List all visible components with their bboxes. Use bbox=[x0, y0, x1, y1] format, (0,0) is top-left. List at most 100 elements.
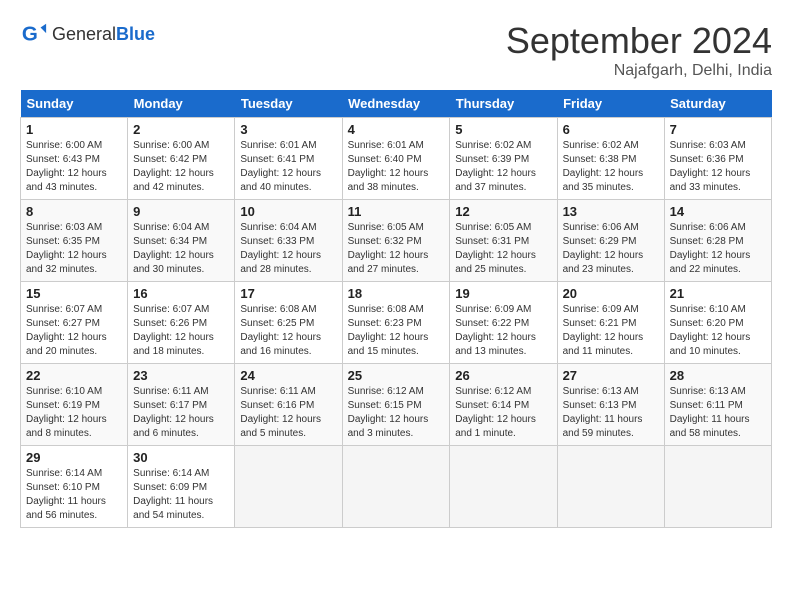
day-detail: Sunrise: 6:13 AMSunset: 6:13 PMDaylight:… bbox=[563, 385, 659, 441]
calendar-cell: 8 Sunrise: 6:03 AMSunset: 6:35 PMDaylight… bbox=[21, 200, 128, 282]
header-sunday: Sunday bbox=[21, 90, 128, 118]
day-number: 29 bbox=[26, 450, 122, 465]
month-title: September 2024 bbox=[506, 20, 772, 62]
logo-icon: G bbox=[20, 20, 48, 48]
day-number: 9 bbox=[133, 204, 229, 219]
day-number: 5 bbox=[455, 122, 551, 137]
day-detail: Sunrise: 6:11 AMSunset: 6:16 PMDaylight:… bbox=[240, 385, 336, 441]
calendar-week-row: 1 Sunrise: 6:00 AMSunset: 6:43 PMDaylight… bbox=[21, 118, 772, 200]
svg-text:G: G bbox=[22, 23, 38, 46]
calendar-cell: 24 Sunrise: 6:11 AMSunset: 6:16 PMDayligh… bbox=[235, 364, 342, 446]
header-friday: Friday bbox=[557, 90, 664, 118]
calendar-header-row: SundayMondayTuesdayWednesdayThursdayFrid… bbox=[21, 90, 772, 118]
day-detail: Sunrise: 6:10 AMSunset: 6:20 PMDaylight:… bbox=[670, 303, 766, 359]
day-detail: Sunrise: 6:08 AMSunset: 6:23 PMDaylight:… bbox=[348, 303, 445, 359]
day-number: 8 bbox=[26, 204, 122, 219]
logo: G GeneralBlue bbox=[20, 20, 155, 48]
calendar-week-row: 15 Sunrise: 6:07 AMSunset: 6:27 PMDayligh… bbox=[21, 282, 772, 364]
day-number: 3 bbox=[240, 122, 336, 137]
day-detail: Sunrise: 6:07 AMSunset: 6:27 PMDaylight:… bbox=[26, 303, 122, 359]
calendar-week-row: 29 Sunrise: 6:14 AMSunset: 6:10 PMDayligh… bbox=[21, 446, 772, 528]
day-number: 17 bbox=[240, 286, 336, 301]
calendar-cell: 5 Sunrise: 6:02 AMSunset: 6:39 PMDaylight… bbox=[450, 118, 557, 200]
calendar-cell: 19Sunrise: 6:09 AMSunset: 6:22 PMDayligh… bbox=[450, 282, 557, 364]
day-number: 7 bbox=[670, 122, 766, 137]
day-detail: Sunrise: 6:00 AMSunset: 6:43 PMDaylight:… bbox=[26, 139, 122, 195]
day-detail: Sunrise: 6:11 AMSunset: 6:17 PMDaylight:… bbox=[133, 385, 229, 441]
day-detail: Sunrise: 6:03 AMSunset: 6:36 PMDaylight:… bbox=[670, 139, 766, 195]
day-number: 6 bbox=[563, 122, 659, 137]
day-number: 12 bbox=[455, 204, 551, 219]
day-detail: Sunrise: 6:05 AMSunset: 6:32 PMDaylight:… bbox=[348, 221, 445, 277]
day-number: 13 bbox=[563, 204, 659, 219]
day-number: 22 bbox=[26, 368, 122, 383]
header-monday: Monday bbox=[128, 90, 235, 118]
header-tuesday: Tuesday bbox=[235, 90, 342, 118]
calendar-cell: 27 Sunrise: 6:13 AMSunset: 6:13 PMDayligh… bbox=[557, 364, 664, 446]
day-detail: Sunrise: 6:01 AMSunset: 6:41 PMDaylight:… bbox=[240, 139, 336, 195]
day-number: 30 bbox=[133, 450, 229, 465]
logo-text-general: General bbox=[52, 24, 116, 44]
calendar-cell: 11 Sunrise: 6:05 AMSunset: 6:32 PMDayligh… bbox=[342, 200, 450, 282]
day-number: 26 bbox=[455, 368, 551, 383]
header-wednesday: Wednesday bbox=[342, 90, 450, 118]
day-detail: Sunrise: 6:02 AMSunset: 6:38 PMDaylight:… bbox=[563, 139, 659, 195]
calendar-cell: 7 Sunrise: 6:03 AMSunset: 6:36 PMDaylight… bbox=[664, 118, 771, 200]
calendar-cell: 17Sunrise: 6:08 AMSunset: 6:25 PMDayligh… bbox=[235, 282, 342, 364]
day-number: 18 bbox=[348, 286, 445, 301]
page-header: G GeneralBlue September 2024 Najafgarh, … bbox=[20, 20, 772, 80]
logo-text-blue: Blue bbox=[116, 24, 155, 44]
calendar-cell: 9 Sunrise: 6:04 AMSunset: 6:34 PMDaylight… bbox=[128, 200, 235, 282]
calendar-cell: 1 Sunrise: 6:00 AMSunset: 6:43 PMDaylight… bbox=[21, 118, 128, 200]
day-detail: Sunrise: 6:02 AMSunset: 6:39 PMDaylight:… bbox=[455, 139, 551, 195]
calendar-cell bbox=[664, 446, 771, 528]
calendar-cell: 14Sunrise: 6:06 AMSunset: 6:28 PMDayligh… bbox=[664, 200, 771, 282]
day-detail: Sunrise: 6:06 AMSunset: 6:29 PMDaylight:… bbox=[563, 221, 659, 277]
calendar-cell: 25 Sunrise: 6:12 AMSunset: 6:15 PMDayligh… bbox=[342, 364, 450, 446]
location-title: Najafgarh, Delhi, India bbox=[506, 62, 772, 80]
day-number: 27 bbox=[563, 368, 659, 383]
calendar-cell: 4Sunrise: 6:01 AMSunset: 6:40 PMDaylight… bbox=[342, 118, 450, 200]
day-number: 15 bbox=[26, 286, 122, 301]
calendar-cell: 23 Sunrise: 6:11 AMSunset: 6:17 PMDayligh… bbox=[128, 364, 235, 446]
day-number: 10 bbox=[240, 204, 336, 219]
day-detail: Sunrise: 6:07 AMSunset: 6:26 PMDaylight:… bbox=[133, 303, 229, 359]
day-detail: Sunrise: 6:12 AMSunset: 6:15 PMDaylight:… bbox=[348, 385, 445, 441]
calendar-week-row: 22Sunrise: 6:10 AMSunset: 6:19 PMDayligh… bbox=[21, 364, 772, 446]
day-number: 11 bbox=[348, 204, 445, 219]
day-detail: Sunrise: 6:03 AMSunset: 6:35 PMDaylight:… bbox=[26, 221, 122, 277]
calendar-cell bbox=[450, 446, 557, 528]
day-number: 19 bbox=[455, 286, 551, 301]
day-number: 1 bbox=[26, 122, 122, 137]
day-number: 24 bbox=[240, 368, 336, 383]
day-number: 14 bbox=[670, 204, 766, 219]
day-detail: Sunrise: 6:04 AMSunset: 6:34 PMDaylight:… bbox=[133, 221, 229, 277]
day-detail: Sunrise: 6:13 AMSunset: 6:11 PMDaylight:… bbox=[670, 385, 766, 441]
calendar-cell: 30 Sunrise: 6:14 AMSunset: 6:09 PMDayligh… bbox=[128, 446, 235, 528]
day-detail: Sunrise: 6:14 AMSunset: 6:10 PMDaylight:… bbox=[26, 467, 122, 523]
calendar-cell: 16Sunrise: 6:07 AMSunset: 6:26 PMDayligh… bbox=[128, 282, 235, 364]
calendar-cell: 2Sunrise: 6:00 AMSunset: 6:42 PMDaylight… bbox=[128, 118, 235, 200]
calendar-cell: 26 Sunrise: 6:12 AMSunset: 6:14 PMDayligh… bbox=[450, 364, 557, 446]
day-number: 23 bbox=[133, 368, 229, 383]
day-detail: Sunrise: 6:00 AMSunset: 6:42 PMDaylight:… bbox=[133, 139, 229, 195]
calendar-cell: 10 Sunrise: 6:04 AMSunset: 6:33 PMDayligh… bbox=[235, 200, 342, 282]
calendar-cell bbox=[557, 446, 664, 528]
title-block: September 2024 Najafgarh, Delhi, India bbox=[506, 20, 772, 80]
day-detail: Sunrise: 6:14 AMSunset: 6:09 PMDaylight:… bbox=[133, 467, 229, 523]
day-number: 25 bbox=[348, 368, 445, 383]
calendar-cell: 29 Sunrise: 6:14 AMSunset: 6:10 PMDayligh… bbox=[21, 446, 128, 528]
calendar-cell: 28Sunrise: 6:13 AMSunset: 6:11 PMDayligh… bbox=[664, 364, 771, 446]
calendar-cell bbox=[342, 446, 450, 528]
day-number: 21 bbox=[670, 286, 766, 301]
day-detail: Sunrise: 6:04 AMSunset: 6:33 PMDaylight:… bbox=[240, 221, 336, 277]
calendar-cell: 13 Sunrise: 6:06 AMSunset: 6:29 PMDayligh… bbox=[557, 200, 664, 282]
day-detail: Sunrise: 6:09 AMSunset: 6:21 PMDaylight:… bbox=[563, 303, 659, 359]
day-detail: Sunrise: 6:01 AMSunset: 6:40 PMDaylight:… bbox=[348, 139, 445, 195]
header-saturday: Saturday bbox=[664, 90, 771, 118]
calendar-cell: 12Sunrise: 6:05 AMSunset: 6:31 PMDayligh… bbox=[450, 200, 557, 282]
day-detail: Sunrise: 6:12 AMSunset: 6:14 PMDaylight:… bbox=[455, 385, 551, 441]
day-number: 20 bbox=[563, 286, 659, 301]
calendar-cell: 18 Sunrise: 6:08 AMSunset: 6:23 PMDayligh… bbox=[342, 282, 450, 364]
calendar-cell: 3 Sunrise: 6:01 AMSunset: 6:41 PMDaylight… bbox=[235, 118, 342, 200]
